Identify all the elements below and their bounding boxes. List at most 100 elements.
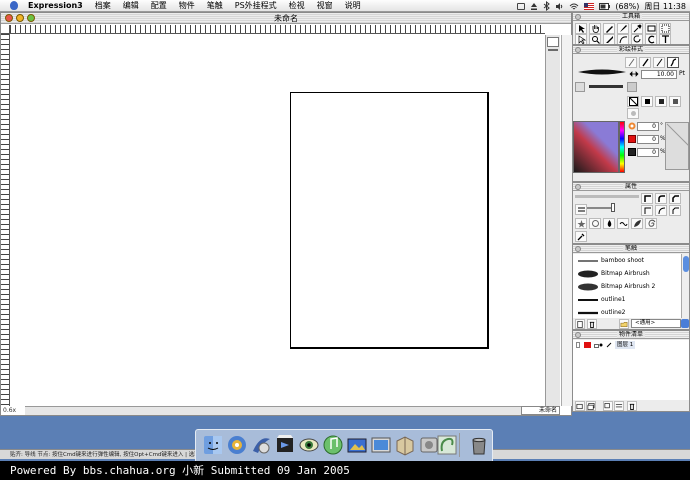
- stroke-list-scroll-thumb[interactable]: [683, 256, 689, 272]
- bluetooth-icon[interactable]: [543, 1, 551, 11]
- dock-mail-icon[interactable]: [226, 433, 248, 457]
- dock-itunes-icon[interactable]: [322, 433, 344, 457]
- menu-stroke[interactable]: 笔触: [201, 0, 229, 12]
- apple-menu-icon[interactable]: [6, 0, 22, 12]
- dock-trash-icon[interactable]: [468, 433, 490, 457]
- zoom-tool[interactable]: [589, 34, 601, 44]
- hue-slider[interactable]: [619, 121, 625, 173]
- ruler-origin[interactable]: [1, 25, 10, 34]
- wifi-icon[interactable]: [569, 2, 579, 11]
- rectangle-tool[interactable]: [645, 23, 657, 34]
- attr-spiral-button[interactable]: [645, 218, 657, 229]
- stroke-list[interactable]: bamboo shoot Bitmap Airbrush Bitmap Airb…: [573, 254, 681, 318]
- brightness-value-field[interactable]: 0: [637, 148, 659, 157]
- cap-round-button[interactable]: [655, 193, 667, 204]
- display-icon[interactable]: [517, 2, 526, 10]
- menu-view[interactable]: 检视: [283, 0, 311, 12]
- attr-rotate-button[interactable]: [575, 204, 587, 215]
- fill-gradient-button[interactable]: [655, 96, 667, 107]
- attr-wave-button[interactable]: [617, 218, 629, 229]
- merge-layer-button[interactable]: [614, 401, 624, 411]
- delete-stroke-button[interactable]: [587, 319, 597, 329]
- stroke-mode-2-button[interactable]: [639, 57, 651, 68]
- volume-icon[interactable]: [555, 2, 564, 11]
- opacity-slider[interactable]: [575, 195, 639, 198]
- delete-layer-button[interactable]: [627, 401, 637, 411]
- menu-window[interactable]: 视窗: [311, 0, 339, 12]
- fill-texture-button[interactable]: [627, 108, 639, 119]
- layer-lock-icon[interactable]: [594, 342, 604, 348]
- attributes-title-bar[interactable]: 属性: [573, 183, 689, 191]
- layer-visibility-icon[interactable]: [576, 342, 580, 348]
- layer-row[interactable]: 图层 1: [573, 341, 689, 349]
- panel-close-icon[interactable]: [575, 332, 581, 338]
- stroke-swatch[interactable]: [627, 82, 637, 92]
- zoom-level[interactable]: 0.6x: [3, 407, 24, 415]
- join-round-button[interactable]: [655, 205, 667, 216]
- join-bevel-button[interactable]: [669, 205, 681, 216]
- menu-object[interactable]: 物件: [173, 0, 201, 12]
- hue-value-field[interactable]: 0: [637, 122, 659, 131]
- drawing-canvas[interactable]: [11, 35, 545, 406]
- vertical-scroll-thumb[interactable]: [548, 49, 558, 51]
- eject-icon[interactable]: [530, 2, 538, 11]
- stroke-mode-4-button[interactable]: [667, 57, 679, 68]
- stroke-list-item[interactable]: Bitmap Airbrush: [573, 267, 681, 280]
- dock-imovie-icon[interactable]: [274, 433, 296, 457]
- battery-icon[interactable]: [599, 2, 611, 10]
- panel-close-icon[interactable]: [575, 246, 581, 252]
- layer-options-button[interactable]: [586, 401, 596, 411]
- fill-pattern-button[interactable]: [669, 96, 681, 107]
- attr-flower-button[interactable]: [589, 218, 601, 229]
- chevron-down-icon[interactable]: [681, 319, 689, 328]
- object-list-area[interactable]: 图层 1: [573, 340, 689, 400]
- horizontal-ruler[interactable]: [10, 25, 545, 34]
- panel-close-icon[interactable]: [575, 14, 581, 20]
- stroke-folder-button[interactable]: [619, 319, 629, 329]
- no-fill-button[interactable]: [627, 96, 639, 107]
- layer-name[interactable]: 图层 1: [615, 341, 636, 349]
- menu-config[interactable]: 配置: [145, 0, 173, 12]
- pen-tool[interactable]: [603, 23, 615, 34]
- dock-finder-icon[interactable]: [202, 433, 224, 457]
- stroke-category-select[interactable]: <通用>: [631, 319, 681, 328]
- select-arrow-tool[interactable]: [575, 23, 587, 34]
- join-miter-button[interactable]: [641, 205, 653, 216]
- panel-close-icon[interactable]: [575, 47, 581, 53]
- eyedropper-tool[interactable]: [631, 23, 643, 34]
- dock-photo-icon[interactable]: [370, 433, 392, 457]
- panel-close-icon[interactable]: [575, 184, 581, 190]
- blend-slider[interactable]: [587, 207, 613, 209]
- new-layer-button[interactable]: [575, 401, 585, 411]
- stroke-style-title-bar[interactable]: 彩绘样式: [573, 46, 689, 54]
- curve-tool[interactable]: [617, 34, 629, 44]
- new-stroke-button[interactable]: [575, 319, 585, 329]
- stroke-list-item[interactable]: Bitmap Airbrush 2: [573, 280, 681, 293]
- vertical-ruler[interactable]: [1, 34, 10, 406]
- cap-square-button[interactable]: [641, 193, 653, 204]
- color-preview-panel[interactable]: [665, 122, 689, 170]
- stroke-mode-3-button[interactable]: [653, 57, 665, 68]
- view-options-button[interactable]: [547, 37, 559, 47]
- dock-iphoto-icon[interactable]: [346, 433, 368, 457]
- fill-toggle-button[interactable]: [575, 82, 585, 92]
- menu-ps-plugins[interactable]: PS外挂程式: [229, 0, 283, 12]
- stroke-width-field[interactable]: 10.00: [641, 70, 677, 79]
- strokes-title-bar[interactable]: 笔触: [573, 245, 689, 253]
- attr-eyedrop-button[interactable]: [575, 231, 587, 242]
- dock-safari-icon[interactable]: [250, 433, 272, 457]
- shape-tool[interactable]: [645, 34, 657, 44]
- artboard-page[interactable]: [290, 92, 489, 349]
- fill-black-button[interactable]: [641, 96, 653, 107]
- vertical-scrollbar[interactable]: [545, 35, 560, 406]
- menu-edit[interactable]: 编辑: [117, 0, 145, 12]
- stroke-list-item[interactable]: outline1: [573, 293, 681, 306]
- cap-bevel-button[interactable]: [669, 193, 681, 204]
- rotate-tool[interactable]: [631, 34, 643, 44]
- node-select-tool[interactable]: [575, 34, 587, 44]
- text-tool[interactable]: [659, 34, 671, 44]
- us-flag-icon[interactable]: [584, 2, 595, 10]
- transform-tool[interactable]: [659, 23, 671, 34]
- document-title-bar[interactable]: 未命名: [1, 13, 571, 24]
- object-list-title-bar[interactable]: 物件清单: [573, 331, 689, 339]
